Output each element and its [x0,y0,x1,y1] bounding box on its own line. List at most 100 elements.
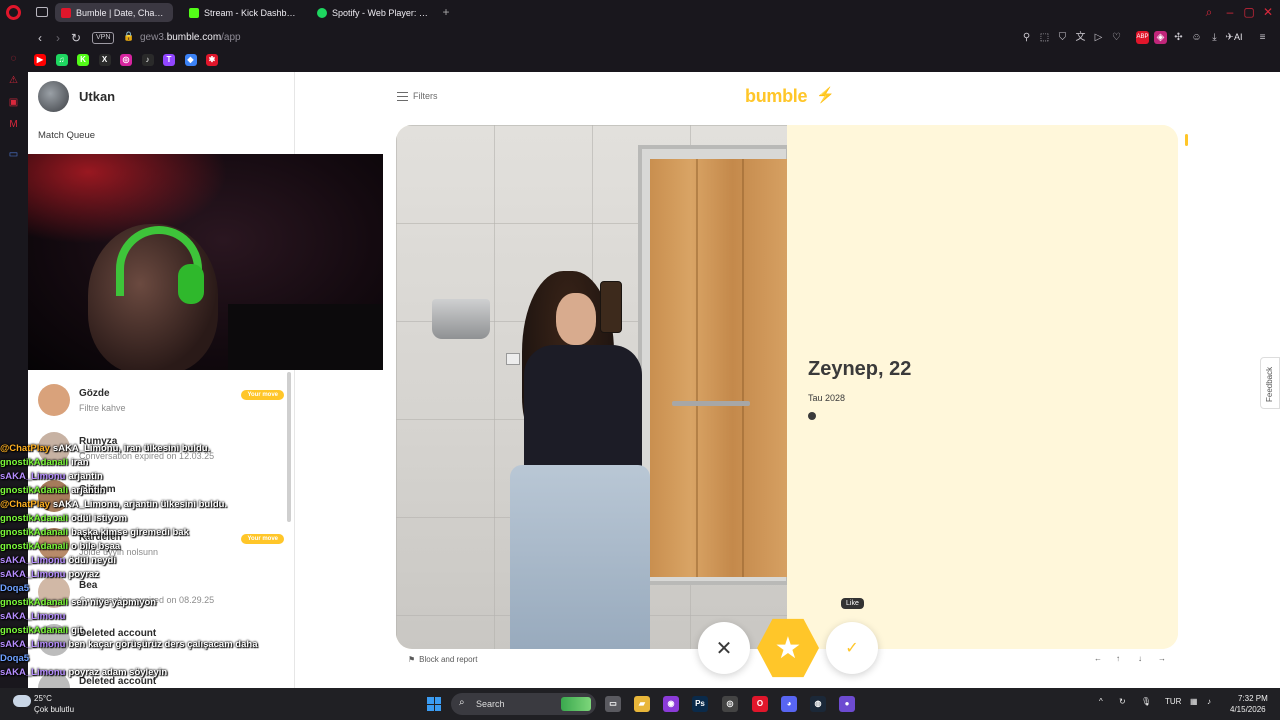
tab-spotify[interactable]: Spotify - Web Player: Her [311,3,436,22]
profile-name[interactable]: Utkan [79,89,115,104]
door-panel-line [696,159,698,577]
network-icon[interactable]: ▦ [1190,697,1198,706]
tab-islands-icon[interactable] [36,7,48,17]
sidebar-app-icon[interactable]: ▭ [7,148,20,161]
extension-icon[interactable]: ◈ [1154,31,1167,44]
opera-taskbar-icon[interactable]: O [752,696,768,712]
back-icon[interactable]: ‹ [32,30,48,46]
puzzle-icon[interactable]: ✣ [1172,31,1185,44]
url-field[interactable]: gew3.bumble.com/app [140,32,241,43]
microphone-icon[interactable]: 🎙 [1141,697,1151,706]
profile-card[interactable]: Zeynep, 22 Tau 2028 [396,125,1178,649]
ai-bookmark-icon[interactable]: ◆ [184,54,197,66]
close-window-icon[interactable]: ✕ [1260,4,1276,20]
profile-info-panel: Zeynep, 22 Tau 2028 [787,125,1178,649]
play-icon[interactable]: ▷ [1092,31,1105,44]
youtube-icon[interactable]: ▶ [34,54,46,66]
url-path: /app [221,32,241,43]
tab-kick-dashboard[interactable]: Stream - Kick Dashboard [183,3,308,22]
aria-sidebar-icon[interactable]: ◌ [7,52,20,65]
volume-icon[interactable]: ♪ [1207,697,1211,706]
menu-icon[interactable]: ≡ [1256,31,1269,44]
messenger-icon[interactable]: ⚠ [7,74,20,87]
chat-text: arjantin [71,485,106,496]
chat-message: sAKA_Limonu arjantin [0,471,103,482]
weather-condition[interactable]: Çok bulutlu [34,705,74,714]
bumble-favicon-icon [61,7,71,18]
avatar[interactable] [38,81,69,112]
chat-text: poyraz adam söyleyin [68,667,168,678]
clock-date[interactable]: 4/15/2026 [1230,705,1266,714]
conversation-item[interactable]: Gözde Filtre kahve Your move [38,384,288,424]
profile-icon[interactable]: ☺ [1190,31,1203,44]
mail-icon[interactable]: M [7,118,20,131]
minimize-icon[interactable]: – [1222,4,1238,20]
feedback-tab[interactable]: Feedback [1260,357,1280,409]
maximize-icon[interactable]: ▢ [1241,4,1257,20]
taskbar-search[interactable]: ⌕ Search [451,693,596,715]
chat-text: iran [71,457,89,468]
chat-username: gnostikAdanali [0,527,69,538]
key-up-icon: ↑ [1116,654,1120,663]
temperature[interactable]: 25°C [34,694,52,703]
app-purple-icon[interactable]: ◉ [663,696,679,712]
forward-icon[interactable]: › [50,30,66,46]
tab-bumble[interactable]: Bumble | Date, Chat, Meet [55,3,173,22]
spotify-icon[interactable]: ♫ [55,54,68,66]
chrome-like-icon[interactable]: ◎ [722,696,738,712]
search-tabs-icon[interactable]: ⌕ [1201,4,1217,20]
profile-name-age: Zeynep, 22 [808,358,912,380]
snapshot-icon[interactable]: ⬚ [1038,31,1051,44]
opera-menu-icon[interactable] [6,5,21,20]
x-icon[interactable]: X [98,54,111,66]
twitch-icon[interactable]: T [163,54,175,66]
reload-icon[interactable]: ↻ [68,30,84,46]
start-button[interactable] [427,697,441,711]
shield-icon[interactable]: ⛉ [1056,31,1069,44]
photoshop-icon[interactable]: Ps [692,696,708,712]
kick-icon[interactable]: K [77,54,89,66]
tiktok-icon[interactable]: ♪ [141,54,154,66]
new-tab-icon[interactable]: + [440,6,452,18]
chat-text: sAKA_Limonu, iran ülkesini buldu. [52,443,211,454]
chat-username: gnostikAdanali [0,597,69,608]
task-view-icon[interactable]: ▭ [605,696,621,712]
abp-extension-icon[interactable]: ABP [1136,31,1149,44]
chat-username: gnostikAdanali [0,541,69,552]
discord-icon[interactable]: ◕ [781,696,797,712]
heart-icon[interactable]: ♡ [1110,31,1123,44]
chat-text: git [71,625,83,636]
chat-text: sen niye yapmıyon [71,597,157,608]
vpn-badge[interactable]: VPN [92,32,115,44]
clock-time[interactable]: 7:32 PM [1238,694,1268,703]
translate-icon[interactable]: 文 [1074,31,1087,44]
chat-message: Doqa5 [0,583,32,594]
lock-icon[interactable]: 🔒 [123,31,134,43]
download-icon[interactable]: ⤓ [1208,31,1221,44]
sync-icon[interactable]: ↻ [1119,697,1126,706]
file-explorer-icon[interactable]: ▰ [634,696,650,712]
steam-icon[interactable]: ◍ [810,696,826,712]
chat-username: sAKA_Limonu [0,569,66,580]
chat-text: ben kaçar görüşürüz ders çalışacam daha [68,639,258,650]
app-bookmark-icon[interactable]: ✱ [206,54,218,66]
instagram-icon[interactable]: ◎ [120,54,132,66]
obs-icon[interactable]: ● [839,696,855,712]
language-indicator[interactable]: TUR [1165,697,1181,706]
chat-username: gnostikAdanali [0,513,69,524]
filters-button[interactable]: Filters [397,91,438,101]
profile-location: Tau 2028 [808,393,846,403]
profile-scrollbar[interactable] [1185,134,1188,146]
pass-button[interactable]: ✕ [698,622,750,674]
pin-icon[interactable]: ⚲ [1020,31,1033,44]
chat-message: @ChatPlay sAKA_Limonu, iran ülkesini buld… [0,443,210,454]
chat-text: arjantin [68,471,103,482]
ai-label[interactable]: AI [1234,32,1243,42]
like-button[interactable]: ✓ [826,622,878,674]
tray-overflow-icon[interactable]: ^ [1099,697,1103,706]
person-jeans [510,465,650,649]
cloud-icon[interactable] [13,695,31,707]
block-report-link[interactable]: ⚑ Block and report [408,655,477,664]
whatsapp-icon[interactable]: ▣ [7,96,20,109]
spotify-favicon-icon [317,7,327,18]
